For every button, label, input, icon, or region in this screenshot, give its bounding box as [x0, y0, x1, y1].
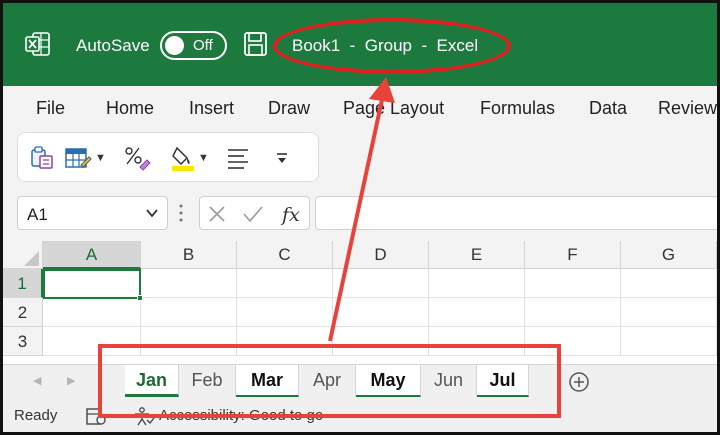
select-all-corner[interactable]	[3, 241, 43, 269]
tab-file[interactable]: File	[36, 98, 65, 119]
column-header-g[interactable]: G	[621, 241, 717, 269]
splitter-handle-icon[interactable]	[179, 203, 183, 223]
cancel-icon[interactable]	[208, 205, 226, 223]
ribbon-tabs: File Home Insert Draw Page Layout Formul…	[3, 86, 717, 128]
cell-g1[interactable]	[621, 269, 717, 298]
cell-f1[interactable]	[525, 269, 621, 298]
autosave-toggle[interactable]: Off	[160, 31, 227, 60]
cell-c2[interactable]	[237, 298, 333, 327]
cell-d2[interactable]	[333, 298, 429, 327]
chevron-down-icon: ▼	[95, 152, 106, 164]
cell-c1[interactable]	[237, 269, 333, 298]
row-header-1[interactable]: 1	[3, 269, 43, 298]
select-all-icon	[24, 251, 39, 266]
excel-logo-icon[interactable]	[25, 31, 51, 57]
chevron-down-icon: ▼	[198, 152, 209, 164]
row-header-2[interactable]: 2	[3, 298, 43, 327]
scroll-tabs-right-icon[interactable]: ▶	[67, 374, 75, 387]
row-header-3[interactable]: 3	[3, 327, 43, 356]
insert-function-icon[interactable]: fx	[280, 202, 304, 226]
cell-e1[interactable]	[429, 269, 525, 298]
status-ready: Ready	[14, 407, 58, 424]
cell-a2[interactable]	[43, 298, 141, 327]
number-format-button[interactable]	[123, 145, 151, 171]
fill-color-icon	[172, 146, 194, 171]
cell-b1[interactable]	[141, 269, 237, 298]
tab-page-layout[interactable]: Page Layout	[343, 98, 444, 119]
column-header-f[interactable]: F	[525, 241, 621, 269]
column-header-a[interactable]: A	[43, 241, 141, 269]
format-table-icon	[65, 148, 92, 168]
column-header-d[interactable]: D	[333, 241, 429, 269]
tab-data[interactable]: Data	[589, 98, 627, 119]
column-header-c[interactable]: C	[237, 241, 333, 269]
paste-special-icon	[31, 146, 53, 169]
autosave-label: AutoSave	[76, 36, 150, 55]
add-sheet-icon[interactable]	[568, 371, 590, 393]
fill-color-button[interactable]: ▼	[171, 145, 209, 171]
toggle-knob	[165, 36, 184, 55]
cell-g3[interactable]	[621, 327, 717, 356]
grouped-tabs-highlight-box	[98, 344, 561, 418]
tab-formulas[interactable]: Formulas	[480, 98, 555, 119]
more-icon	[277, 153, 287, 163]
column-header-b[interactable]: B	[141, 241, 237, 269]
tab-home[interactable]: Home	[106, 98, 154, 119]
scroll-tabs-left-icon[interactable]: ◀	[33, 374, 41, 387]
tab-draw[interactable]: Draw	[268, 98, 310, 119]
align-icon	[228, 149, 248, 169]
name-box[interactable]: A1	[17, 196, 168, 230]
title-bar: AutoSave Off Book1 - Group - Excel	[3, 3, 717, 86]
name-box-value: A1	[27, 205, 48, 224]
column-header-e[interactable]: E	[429, 241, 525, 269]
cell-b2[interactable]	[141, 298, 237, 327]
number-format-icon	[125, 147, 151, 171]
autosave-state: Off	[193, 37, 213, 54]
excel-window: AutoSave Off Book1 - Group - Excel File …	[0, 0, 720, 435]
active-cell-selection[interactable]	[43, 269, 143, 301]
format-as-table-button[interactable]: ▼	[64, 145, 106, 171]
title-highlight-ellipse	[273, 18, 511, 74]
cell-e2[interactable]	[429, 298, 525, 327]
formula-buttons: fx	[199, 196, 310, 230]
formula-input[interactable]	[315, 196, 717, 230]
paste-special-button[interactable]	[29, 145, 55, 171]
cell-d1[interactable]	[333, 269, 429, 298]
cell-f2[interactable]	[525, 298, 621, 327]
fill-handle[interactable]	[137, 295, 143, 301]
tab-insert[interactable]: Insert	[189, 98, 234, 119]
enter-check-icon[interactable]	[242, 205, 264, 223]
tab-review[interactable]: Review	[658, 98, 717, 119]
cell-g2[interactable]	[621, 298, 717, 327]
toolbar: ▼ ▼	[17, 132, 319, 182]
chevron-down-icon[interactable]	[145, 206, 159, 220]
svg-text:fx: fx	[280, 204, 300, 226]
more-options-button[interactable]	[275, 145, 289, 171]
align-button[interactable]	[226, 145, 250, 171]
save-icon[interactable]	[243, 31, 268, 57]
